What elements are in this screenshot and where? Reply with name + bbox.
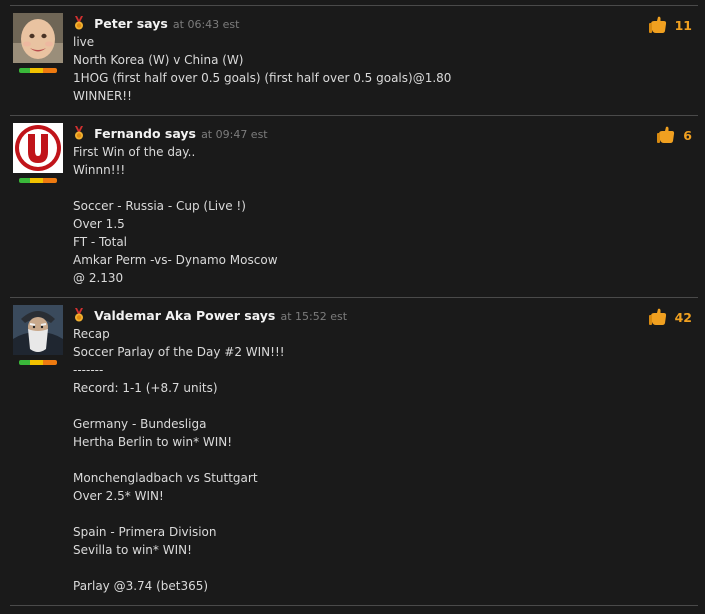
comment-line: Over 2.5* WIN! (73, 489, 164, 503)
rating-segment-yellow (30, 68, 43, 73)
comment-line: Monchengladbach vs Stuttgart (73, 471, 258, 485)
comment-line: Winnn!!! (73, 163, 126, 177)
avatar[interactable] (13, 123, 63, 173)
thumbs-up-icon[interactable] (648, 15, 668, 35)
like-count: 42 (674, 309, 692, 325)
comment-line (73, 505, 633, 523)
comment-header: Valdemar Aka Power says at 15:52 est (73, 307, 633, 323)
comment-line (73, 179, 633, 197)
comment-line: Soccer - Russia - Cup (Live !) (73, 199, 246, 213)
rating-bar (19, 178, 57, 183)
comment-line: ------- (73, 363, 104, 377)
comment-content: Peter says at 06:43 est live North Korea… (73, 15, 633, 105)
comment-line: live (73, 35, 95, 49)
comment-line: Record: 1-1 (+8.7 units) (73, 381, 218, 395)
comment-timestamp: at 09:47 est (201, 128, 268, 141)
like-button[interactable]: 6 (656, 125, 692, 145)
rating-segment-orange (43, 360, 57, 365)
comment-line: Hertha Berlin to win* WIN! (73, 435, 233, 449)
rating-bar (19, 360, 57, 365)
comment-author[interactable]: Fernando says (94, 126, 196, 141)
comment-body: Recap Soccer Parlay of the Day #2 WIN!!!… (73, 325, 633, 595)
like-count: 11 (674, 17, 692, 33)
rating-bar (19, 68, 57, 73)
rating-segment-yellow (30, 360, 43, 365)
rating-segment-orange (43, 178, 57, 183)
like-count: 6 (683, 127, 692, 143)
comment-line (73, 397, 633, 415)
comment-line: Over 1.5 (73, 217, 125, 231)
rating-segment-yellow (30, 178, 43, 183)
like-button[interactable]: 42 (648, 307, 692, 327)
comment-line: North Korea (W) v China (W) (73, 53, 244, 67)
comment-line (73, 559, 633, 577)
comment-line: First Win of the day.. (73, 145, 196, 159)
rating-segment-green (19, 360, 30, 365)
thumbs-up-icon[interactable] (648, 307, 668, 327)
comment-author[interactable]: Valdemar Aka Power says (94, 308, 275, 323)
avatar[interactable] (13, 13, 63, 63)
thumbs-up-icon[interactable] (656, 125, 676, 145)
rating-segment-green (19, 178, 30, 183)
comment-line: Recap (73, 327, 110, 341)
comment-line: @ 2.130 (73, 271, 124, 285)
comment-content: Valdemar Aka Power says at 15:52 est Rec… (73, 307, 633, 595)
medal-icon (75, 308, 83, 322)
comment-line: WINNER!! (73, 89, 132, 103)
comment-content: Fernando says at 09:47 est First Win of … (73, 125, 633, 287)
comment-author[interactable]: Peter says (94, 16, 168, 31)
comment-header: Fernando says at 09:47 est (73, 125, 633, 141)
comment-line: 1HOG (first half over 0.5 goals) (first … (73, 71, 452, 85)
comment: Fernando says at 09:47 est First Win of … (10, 115, 698, 297)
comment-timestamp: at 15:52 est (280, 310, 348, 323)
comment-line (73, 451, 633, 469)
comment-line: Soccer Parlay of the Day #2 WIN!!! (73, 345, 285, 359)
comment-line: Sevilla to win* WIN! (73, 543, 192, 557)
comment: Peter says at 06:43 est live North Korea… (10, 5, 698, 115)
avatar-wrap (13, 305, 63, 365)
comment-body: live North Korea (W) v China (W) 1HOG (f… (73, 33, 633, 105)
comment-line: Germany - Bundesliga (73, 417, 207, 431)
comment-header: Peter says at 06:43 est (73, 15, 633, 31)
comment-timestamp: at 06:43 est (172, 18, 240, 31)
avatar-wrap (13, 123, 63, 183)
rating-segment-orange (43, 68, 57, 73)
comment-line: Parlay @3.74 (bet365) (73, 579, 209, 593)
comment-line: FT - Total (73, 235, 128, 249)
comment-line: Spain - Primera Division (73, 525, 217, 539)
medal-icon (75, 16, 83, 30)
rating-segment-green (19, 68, 30, 73)
comment-line: Amkar Perm -vs- Dynamo Moscow (73, 253, 278, 267)
avatar-wrap (13, 13, 63, 73)
medal-icon (75, 126, 83, 140)
comment: Valdemar Aka Power says at 15:52 est Rec… (10, 297, 698, 606)
avatar[interactable] (13, 305, 63, 355)
comment-body: First Win of the day.. Winnn!!! Soccer -… (73, 143, 633, 287)
like-button[interactable]: 11 (648, 15, 692, 35)
